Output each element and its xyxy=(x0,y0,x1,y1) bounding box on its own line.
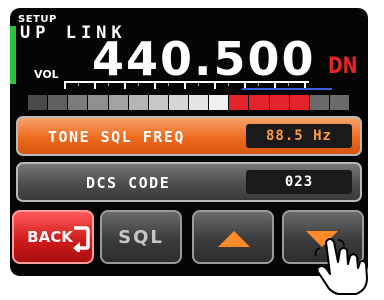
meter-segment xyxy=(329,95,349,110)
tapping-hand-icon xyxy=(312,236,380,296)
meter-segment xyxy=(88,95,108,110)
dcs-code-label: DCS CODE xyxy=(86,174,171,192)
up-triangle-icon xyxy=(216,229,252,253)
meter-segment xyxy=(289,95,309,110)
meter-segment xyxy=(68,95,88,110)
return-arrow-icon xyxy=(70,224,90,256)
vol-scale-minor-ticks xyxy=(78,83,313,86)
direction-indicator: DN xyxy=(328,54,358,79)
up-button[interactable] xyxy=(192,210,274,264)
meter-segment xyxy=(189,95,209,110)
meter-segment xyxy=(48,95,68,110)
meter-marker-line xyxy=(242,88,332,90)
tone-sql-freq-label: TONE SQL FREQ xyxy=(48,128,185,146)
sql-button-label: SQL xyxy=(118,227,164,248)
meter-segment xyxy=(249,95,269,110)
meter-segment xyxy=(168,95,188,110)
dcs-code-row[interactable]: DCS CODE 023 xyxy=(16,162,362,202)
signal-indicator-bar xyxy=(10,26,16,84)
meter-segment xyxy=(128,95,148,110)
dcs-code-value: 023 xyxy=(246,170,352,194)
back-button[interactable]: BACK xyxy=(12,210,94,264)
meter-segment xyxy=(309,95,329,110)
signal-meter xyxy=(28,95,350,110)
meter-segment xyxy=(229,95,249,110)
meter-segment xyxy=(148,95,168,110)
meter-segment xyxy=(269,95,289,110)
tone-sql-freq-row[interactable]: TONE SQL FREQ 88.5 Hz xyxy=(16,116,362,156)
meter-segment xyxy=(108,95,128,110)
frequency-display: 440.500 xyxy=(92,32,316,86)
sql-button[interactable]: SQL xyxy=(100,210,182,264)
vol-label: VOL xyxy=(34,68,59,81)
tone-sql-freq-value: 88.5 Hz xyxy=(246,124,352,148)
meter-segment xyxy=(209,95,229,110)
meter-segment xyxy=(28,95,48,110)
